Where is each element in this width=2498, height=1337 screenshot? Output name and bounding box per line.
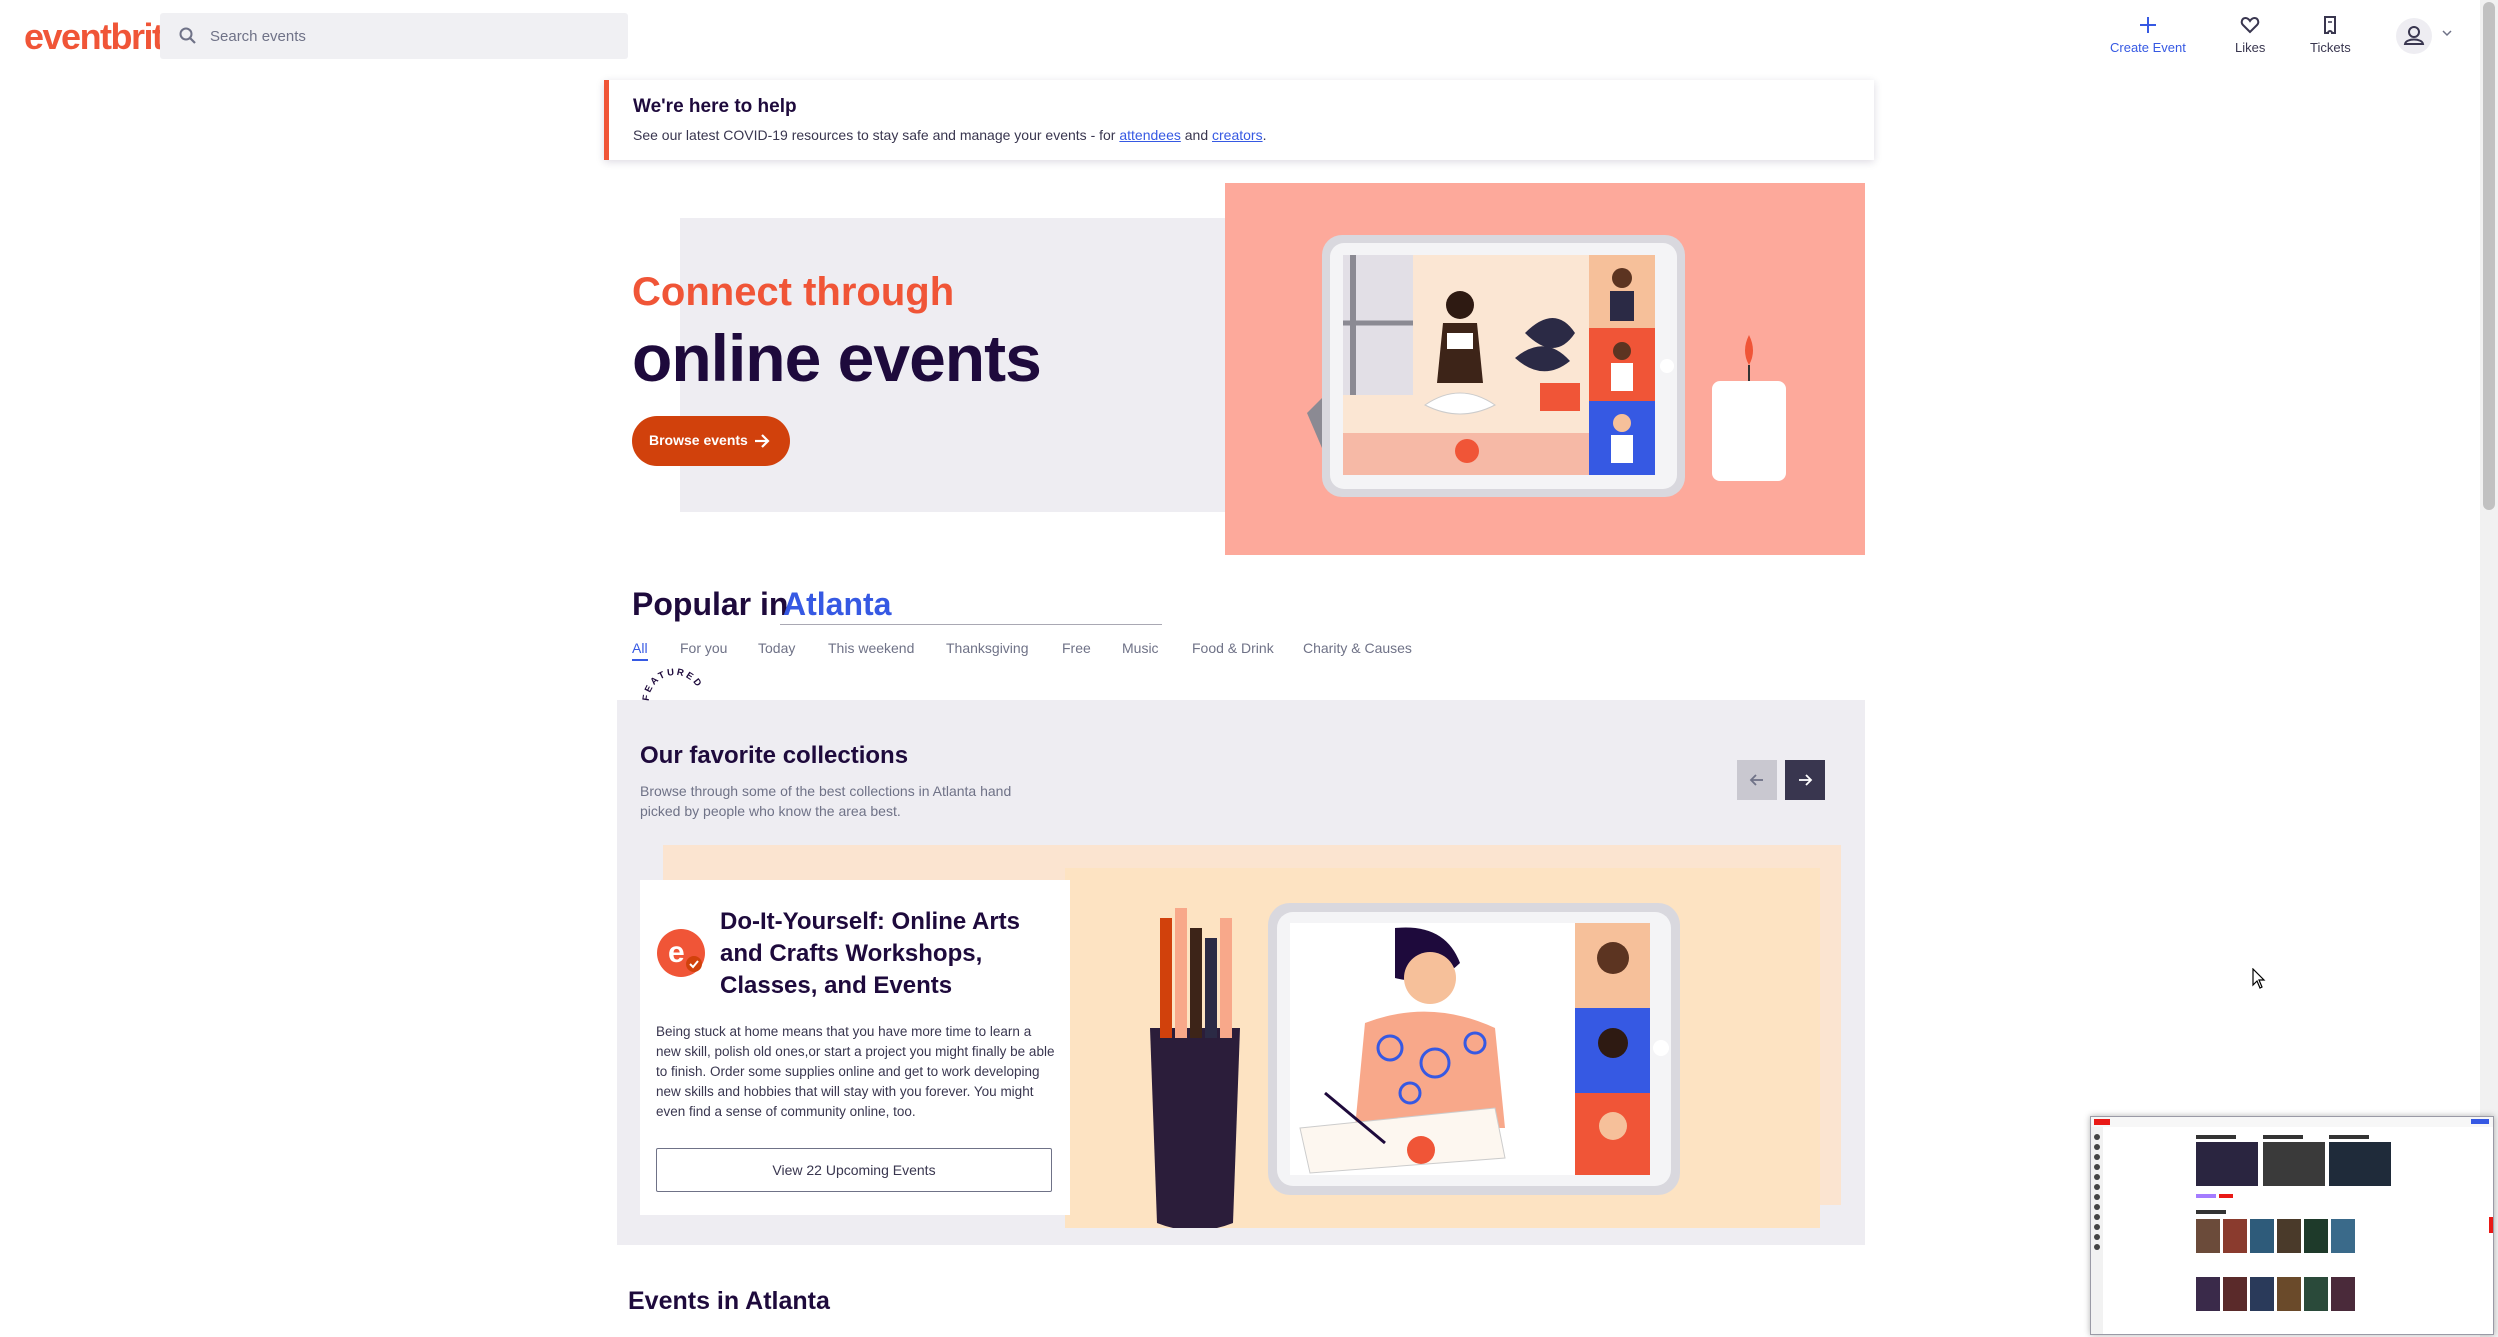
eventbrite-logo[interactable]: eventbrite xyxy=(24,16,183,58)
tab-free[interactable]: Free xyxy=(1062,640,1091,656)
featured-badge: FEATURED xyxy=(641,667,705,702)
search-input[interactable] xyxy=(208,13,608,59)
create-event-label: Create Event xyxy=(2110,40,2186,55)
popular-heading: Popular in xyxy=(632,586,789,622)
hero-headline-line1: Connect through xyxy=(632,270,955,314)
user-avatar[interactable] xyxy=(2396,18,2432,54)
arrow-right-icon xyxy=(755,434,770,448)
svg-text:e: e xyxy=(668,936,685,969)
hero-headline-line2: online events xyxy=(632,321,1042,395)
location-selector[interactable]: Atlanta xyxy=(783,586,891,623)
plus-icon xyxy=(2139,17,2156,33)
likes-link[interactable]: Likes xyxy=(2235,14,2265,55)
view-upcoming-events-button[interactable]: View 22 Upcoming Events xyxy=(656,1148,1052,1192)
collection-card-title[interactable]: Do-It-Yourself: Online Arts and Crafts W… xyxy=(720,906,1050,1002)
banner-text-and: and xyxy=(1184,127,1209,143)
collections-description: Browse through some of the best collecti… xyxy=(640,783,1012,819)
banner-title: We're here to help xyxy=(633,96,797,117)
banner-text-prefix: See our latest COVID-19 resources to sta… xyxy=(633,127,1116,143)
mini-window-preview xyxy=(2091,1117,2493,1334)
scrollbar-thumb[interactable] xyxy=(2483,2,2495,510)
browse-events-button[interactable]: Browse events xyxy=(632,416,790,466)
likes-label: Likes xyxy=(2235,40,2266,55)
search-icon xyxy=(179,27,196,44)
tab-charity-causes[interactable]: Charity & Causes xyxy=(1303,640,1412,656)
heart-icon xyxy=(2240,16,2260,34)
banner-text-suffix: . xyxy=(1262,127,1267,143)
tab-food-drink[interactable]: Food & Drink xyxy=(1192,640,1274,656)
tab-for-you[interactable]: For you xyxy=(680,640,727,656)
location-underline xyxy=(780,624,1162,625)
collection-illustration xyxy=(1065,868,1820,1228)
tab-thanksgiving[interactable]: Thanksgiving xyxy=(946,640,1029,656)
tickets-link[interactable]: Tickets xyxy=(2310,14,2351,55)
covid-help-banner: We're here to help See our latest COVID-… xyxy=(604,80,1874,160)
arrow-left-icon xyxy=(1749,774,1763,786)
mouse-cursor-icon xyxy=(2252,968,2266,989)
tab-this-weekend[interactable]: This weekend xyxy=(828,640,914,656)
collection-card-text: Being stuck at home means that you have … xyxy=(656,1024,1055,1119)
tickets-label: Tickets xyxy=(2310,40,2351,55)
mini-window-thumbnail[interactable] xyxy=(2090,1116,2494,1335)
svg-text:FEATURED: FEATURED xyxy=(641,667,705,702)
collection-card[interactable]: e Do-It-Yourself: Online Arts and Crafts… xyxy=(640,880,1070,1215)
attendees-link[interactable]: attendees xyxy=(1119,127,1181,143)
banner-text: See our latest COVID-19 resources to sta… xyxy=(633,127,1266,143)
events-section-title: Events in Atlanta xyxy=(628,1287,830,1315)
tab-all[interactable]: All xyxy=(632,640,648,661)
tab-music[interactable]: Music xyxy=(1122,640,1159,656)
chevron-down-icon[interactable] xyxy=(2440,26,2454,40)
carousel-next-button[interactable] xyxy=(1785,760,1825,800)
featured-badge-text: FEATURED xyxy=(641,667,703,702)
carousel-prev-button[interactable] xyxy=(1737,760,1777,800)
hero-illustration xyxy=(1225,183,1865,555)
creators-link[interactable]: creators xyxy=(1212,127,1263,143)
eventbrite-e-icon: e xyxy=(657,929,705,977)
tab-today[interactable]: Today xyxy=(758,640,795,656)
top-navigation-bar: eventbrite Create Event Likes Tickets xyxy=(0,0,2480,72)
ticket-icon xyxy=(2324,16,2337,34)
create-event-link[interactable]: Create Event xyxy=(2110,14,2186,55)
arrow-right-icon xyxy=(1799,774,1813,786)
search-bar[interactable] xyxy=(160,13,628,59)
browse-events-label: Browse events xyxy=(649,432,748,448)
user-icon xyxy=(2403,26,2425,45)
collections-title: Our favorite collections xyxy=(640,742,909,769)
